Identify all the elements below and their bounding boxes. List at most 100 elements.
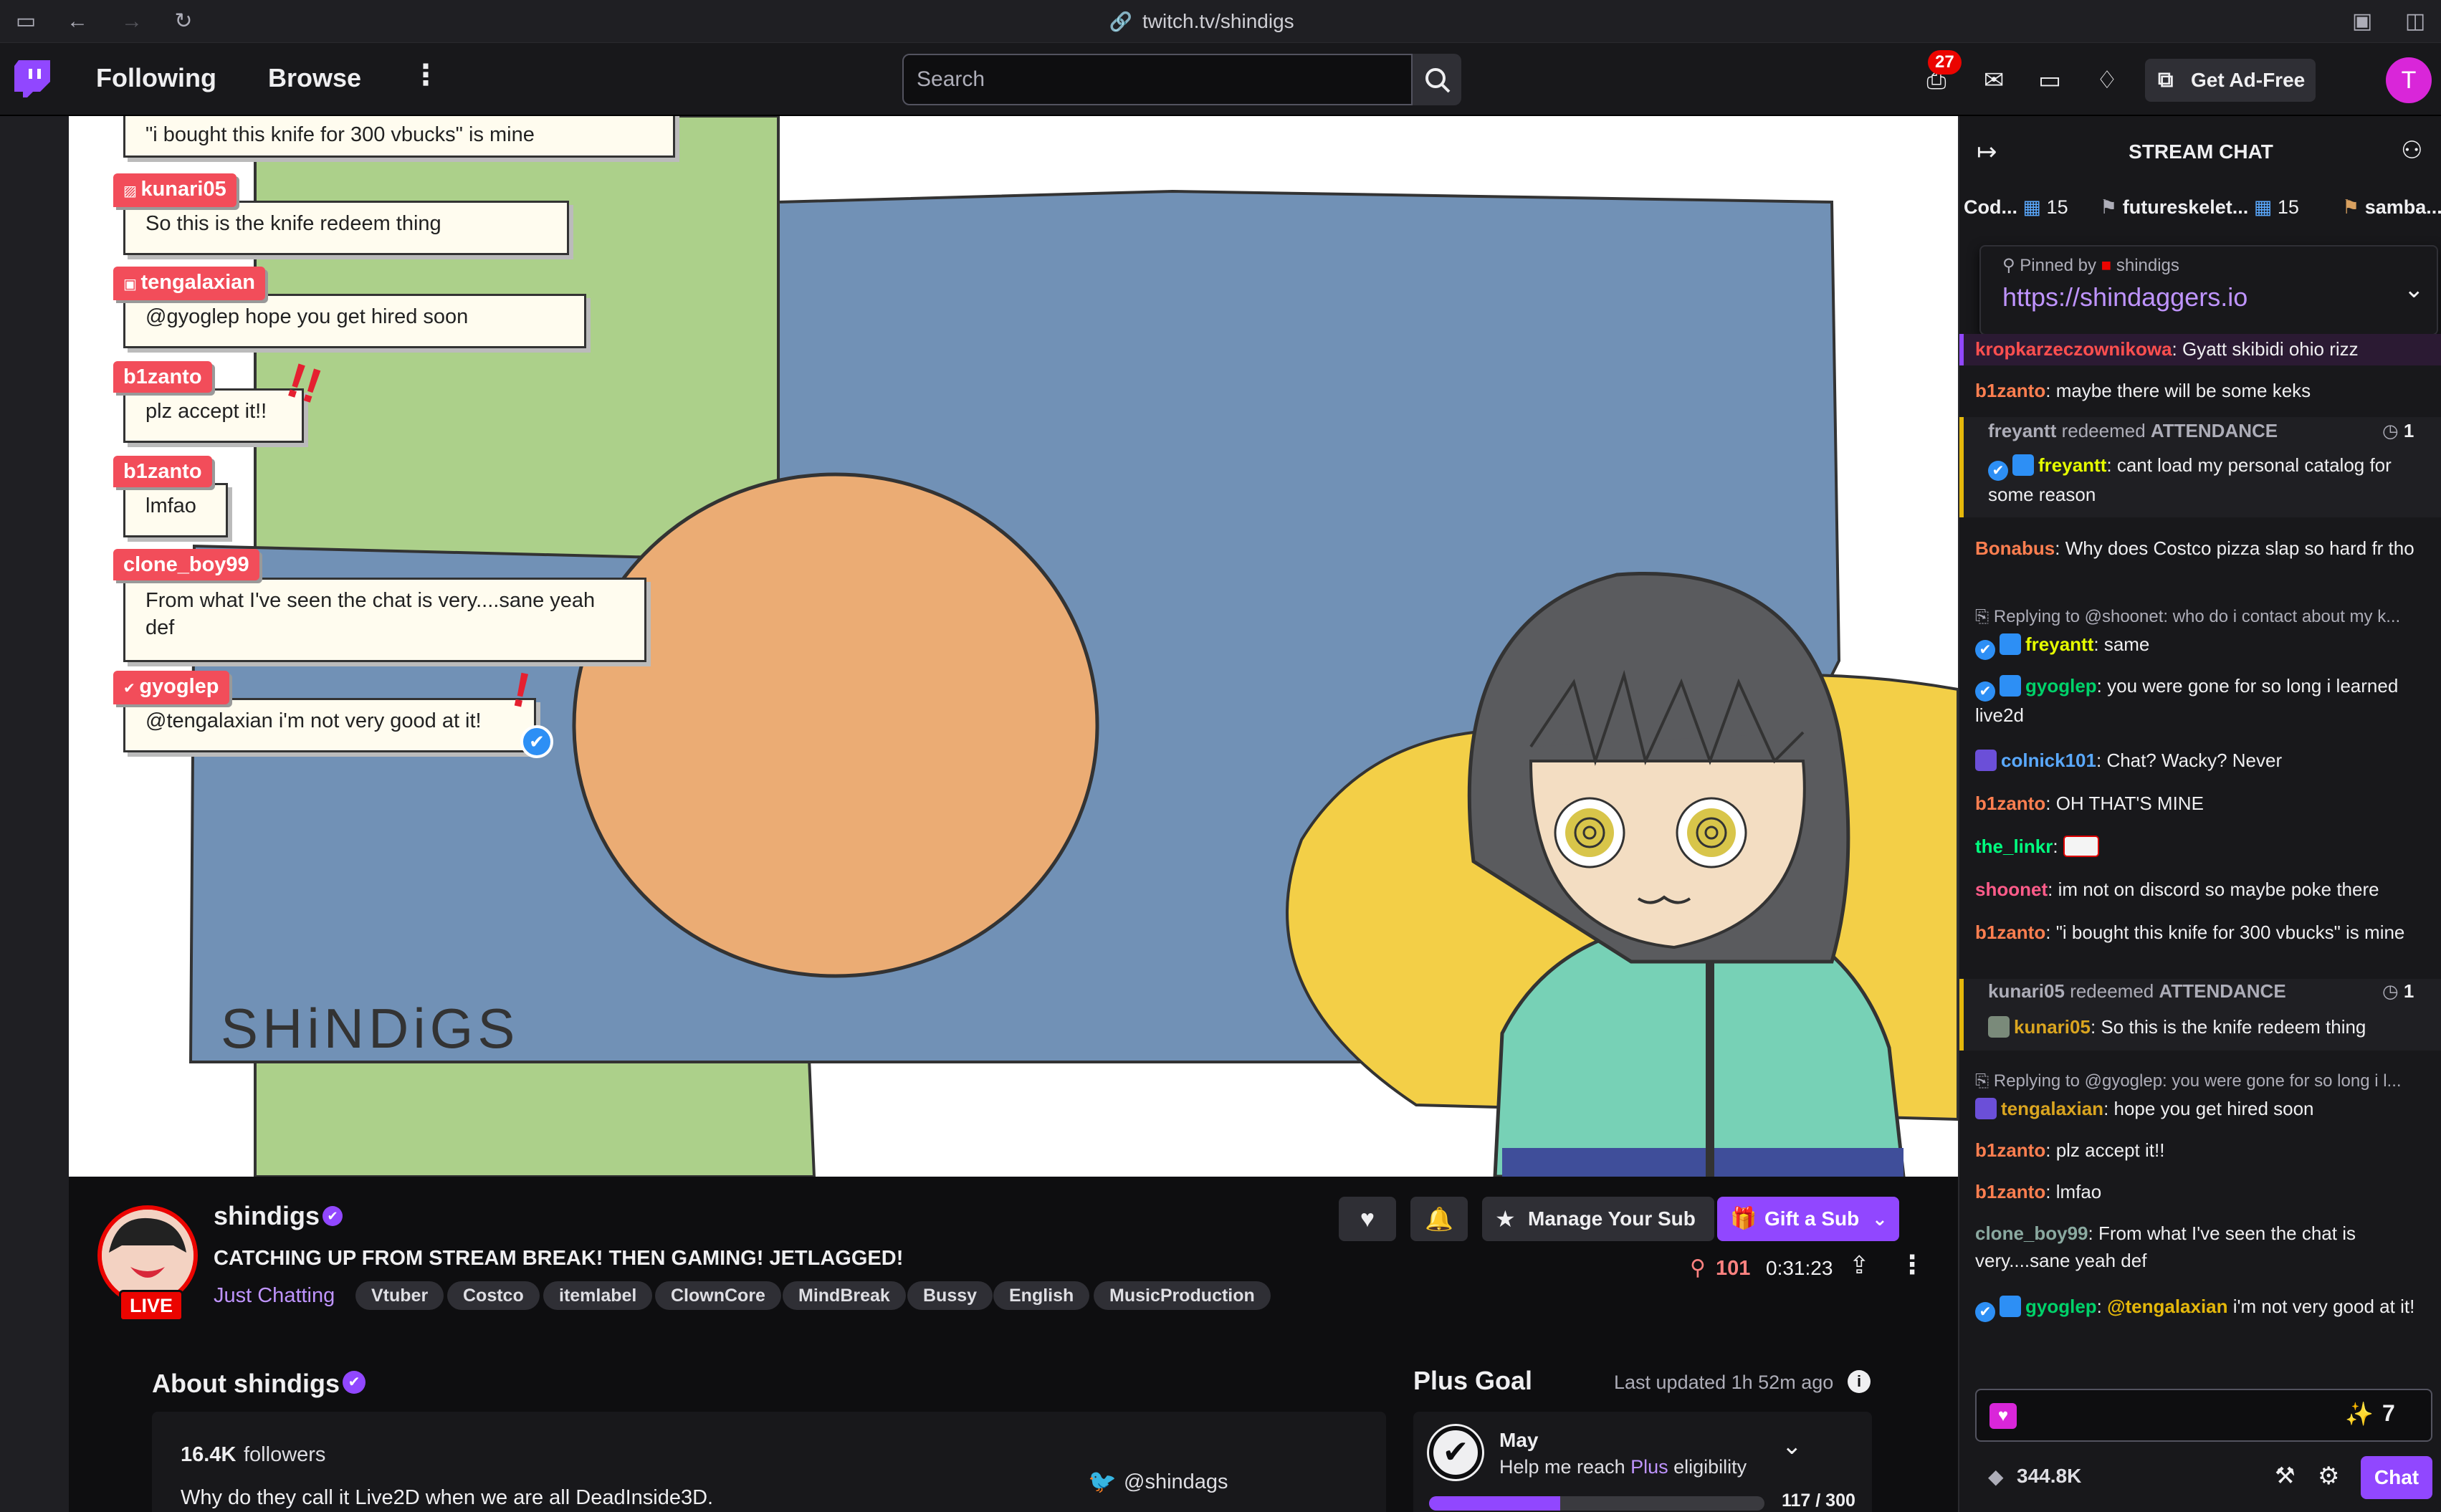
nav-browse[interactable]: Browse	[268, 63, 361, 93]
tag-pill[interactable]: English	[993, 1281, 1090, 1310]
sub-badge-icon	[2012, 454, 2034, 476]
stream-title: CATCHING UP FROM STREAM BREAK! THEN GAMI…	[214, 1247, 904, 1270]
reply-context: ⎘ Replying to @gyoglep: you were gone fo…	[1975, 1071, 2402, 1091]
overlay-username: ▨ kunari05	[113, 173, 237, 207]
partner-verified-icon: ✔	[323, 1206, 343, 1226]
twitch-logo-icon[interactable]	[14, 60, 50, 99]
left-sidebar	[0, 116, 69, 1512]
emote-icon	[2063, 836, 2099, 857]
sub-badge-icon	[1975, 750, 1997, 771]
verified-badge-icon: ✔	[1988, 461, 2008, 481]
chat-message[interactable]: kunari05: So this is the knife redeem th…	[1988, 1013, 2432, 1040]
share-icon[interactable]: ⇪	[1849, 1251, 1870, 1280]
user-avatar[interactable]: T	[2386, 57, 2432, 103]
leaderboard-entry[interactable]: ⚑ samba...	[2342, 196, 2441, 219]
pinned-link[interactable]: https://shindaggers.io	[2002, 282, 2247, 312]
channel-name[interactable]: shindigs	[214, 1201, 320, 1231]
tag-pill[interactable]: Vtuber	[355, 1281, 444, 1310]
chat-message[interactable]: ✔ freyantt: cant load my personal catalog…	[1988, 451, 2432, 508]
get-ad-free-button[interactable]: ⧉ Get Ad-Free	[2145, 59, 2316, 102]
sidebar-right-icon[interactable]: ◫	[2401, 7, 2430, 36]
tag-pill[interactable]: MindBreak	[783, 1281, 906, 1310]
sub-badge-icon	[1988, 1016, 2010, 1038]
search-button[interactable]	[1413, 54, 1461, 105]
notifications-badge: 27	[1928, 50, 1962, 75]
chat-header: STREAM CHAT	[2129, 140, 2273, 163]
channel-points-balance[interactable]: 344.8K	[2017, 1465, 2081, 1488]
chat-message[interactable]: ✔ gyoglep: you were gone for so long i le…	[1975, 672, 2434, 729]
prime-crown-icon[interactable]: ♢	[2091, 64, 2123, 96]
redeem-line: kunari05 redeemed ATTENDANCE	[1988, 980, 2286, 1002]
emote-effects-icon[interactable]: ✨	[2345, 1400, 2374, 1427]
chat-message[interactable]: shoonet: im not on discord so maybe poke…	[1975, 876, 2434, 903]
redeem-count: ◷ 1	[2382, 980, 2414, 1002]
overlay-message: plz accept it!!	[123, 388, 304, 443]
channel-avatar-image	[102, 1210, 194, 1301]
browser-toolbar: ▭ ← → ↻ 🔗 twitch.tv/shindigs ▣ ◫	[0, 0, 2441, 43]
verified-badge-icon: ✔	[1975, 1302, 1995, 1322]
notifications-bell-button[interactable]: 🔔	[1410, 1197, 1468, 1241]
pinned-by-line: ⚲ Pinned by ■ shindigs	[2002, 256, 2179, 275]
about-heading: About shindigs	[152, 1369, 340, 1398]
gift-sub-button[interactable]: 🎁 Gift a Sub ⌄	[1717, 1197, 1899, 1241]
chat-message[interactable]: b1zanto: OH THAT'S MINE	[1975, 790, 2434, 817]
sub-badge-icon	[2000, 675, 2021, 697]
mod-tools-icon[interactable]: ⚒	[2275, 1462, 2296, 1489]
viewer-icon: ⚲	[1690, 1256, 1706, 1280]
sub-badge-icon	[1975, 1098, 1997, 1119]
manage-sub-button[interactable]: ★ Manage Your Sub	[1482, 1197, 1714, 1241]
community-icon[interactable]: ⚇	[2401, 136, 2422, 165]
chat-message[interactable]: the_linkr:	[1975, 833, 2434, 860]
tag-pill[interactable]: Costco	[447, 1281, 540, 1310]
forward-icon[interactable]: →	[118, 7, 146, 36]
whispers-icon[interactable]: ▭	[2034, 64, 2065, 96]
emote-picker-icon[interactable]: 7	[2382, 1400, 2395, 1427]
leaderboard-entry[interactable]: ⚑ futureskelet... ▦ 15	[2100, 196, 2299, 219]
category-link[interactable]: Just Chatting	[214, 1281, 335, 1310]
stream-uptime: 0:31:23	[1766, 1257, 1833, 1279]
chat-send-button[interactable]: Chat	[2361, 1456, 2432, 1499]
mail-icon[interactable]: ✉	[1978, 64, 2010, 96]
leaderboard-entry[interactable]: Cod... ▦ 15	[1964, 196, 2068, 219]
tag-pill[interactable]: itemlabel	[543, 1281, 653, 1310]
chat-message[interactable]: b1zanto: maybe there will be some keks	[1975, 377, 2434, 404]
chat-message[interactable]: ✔ gyoglep: @tengalaxian i'm not very good…	[1975, 1293, 2434, 1322]
chat-message[interactable]: kropkarzeczownikowa: Gyatt skibidi ohio …	[1975, 335, 2434, 363]
back-icon[interactable]: ←	[63, 7, 92, 36]
extensions-icon[interactable]: ▣	[2348, 7, 2376, 36]
tag-pill[interactable]: Bussy	[907, 1281, 993, 1310]
chevron-down-icon[interactable]: ⌄	[1782, 1432, 1802, 1460]
overlay-message: From what I've seen the chat is very....…	[123, 578, 646, 662]
chat-message[interactable]: colnick101: Chat? Wacky? Never	[1975, 747, 2434, 774]
partner-verified-icon: ✔	[343, 1371, 366, 1394]
chat-message[interactable]: Bonabus: Why does Costco pizza slap so h…	[1975, 535, 2434, 562]
chat-message[interactable]: b1zanto: lmfao	[1975, 1178, 2434, 1205]
tag-pill[interactable]: ClownCore	[655, 1281, 781, 1310]
tag-pill[interactable]: MusicProduction	[1094, 1281, 1271, 1310]
pinned-message[interactable]: ⚲ Pinned by ■ shindigs https://shindagge…	[1979, 245, 2438, 335]
nav-following[interactable]: Following	[96, 63, 216, 93]
chat-message[interactable]: b1zanto: plz accept it!!	[1975, 1137, 2434, 1164]
chat-message[interactable]: clone_boy99: From what I've seen the cha…	[1975, 1220, 2434, 1274]
gift-icon: 🎁	[1730, 1207, 1757, 1230]
more-options-icon[interactable]: ⋮	[1899, 1250, 1925, 1280]
search-input[interactable]: Search	[902, 54, 1413, 105]
chat-settings-icon[interactable]: ⚙	[2318, 1462, 2339, 1491]
chevron-down-icon[interactable]: ⌄	[2404, 275, 2425, 304]
reload-icon[interactable]: ↻	[169, 7, 198, 36]
twitter-link[interactable]: @shindags	[1124, 1470, 1228, 1494]
sidebar-toggle-icon[interactable]: ▭	[11, 7, 40, 36]
follow-heart-button[interactable]: ♥	[1339, 1197, 1396, 1241]
chat-message[interactable]: tengalaxian: hope you get hired soon	[1975, 1095, 2434, 1122]
video-player[interactable]: SHiNDiGS "i bought this knife for 300 vb…	[69, 116, 1958, 1177]
address-bar[interactable]: twitch.tv/shindigs	[1142, 9, 1294, 34]
info-icon[interactable]: i	[1848, 1370, 1871, 1393]
followers-label: followers	[244, 1443, 326, 1466]
more-menu-icon[interactable]: ⋮	[411, 59, 440, 92]
chat-message[interactable]: b1zanto: "i bought this knife for 300 vb…	[1975, 919, 2434, 946]
channel-points-icon[interactable]: ◆	[1988, 1465, 2004, 1488]
reply-context: ⎘ Replying to @shoonet: who do i contact…	[1975, 607, 2401, 626]
bits-heart-icon[interactable]: ♥	[1989, 1403, 2017, 1429]
overlay-username: b1zanto	[113, 456, 212, 487]
chat-message[interactable]: ✔ freyantt: same	[1975, 631, 2434, 660]
